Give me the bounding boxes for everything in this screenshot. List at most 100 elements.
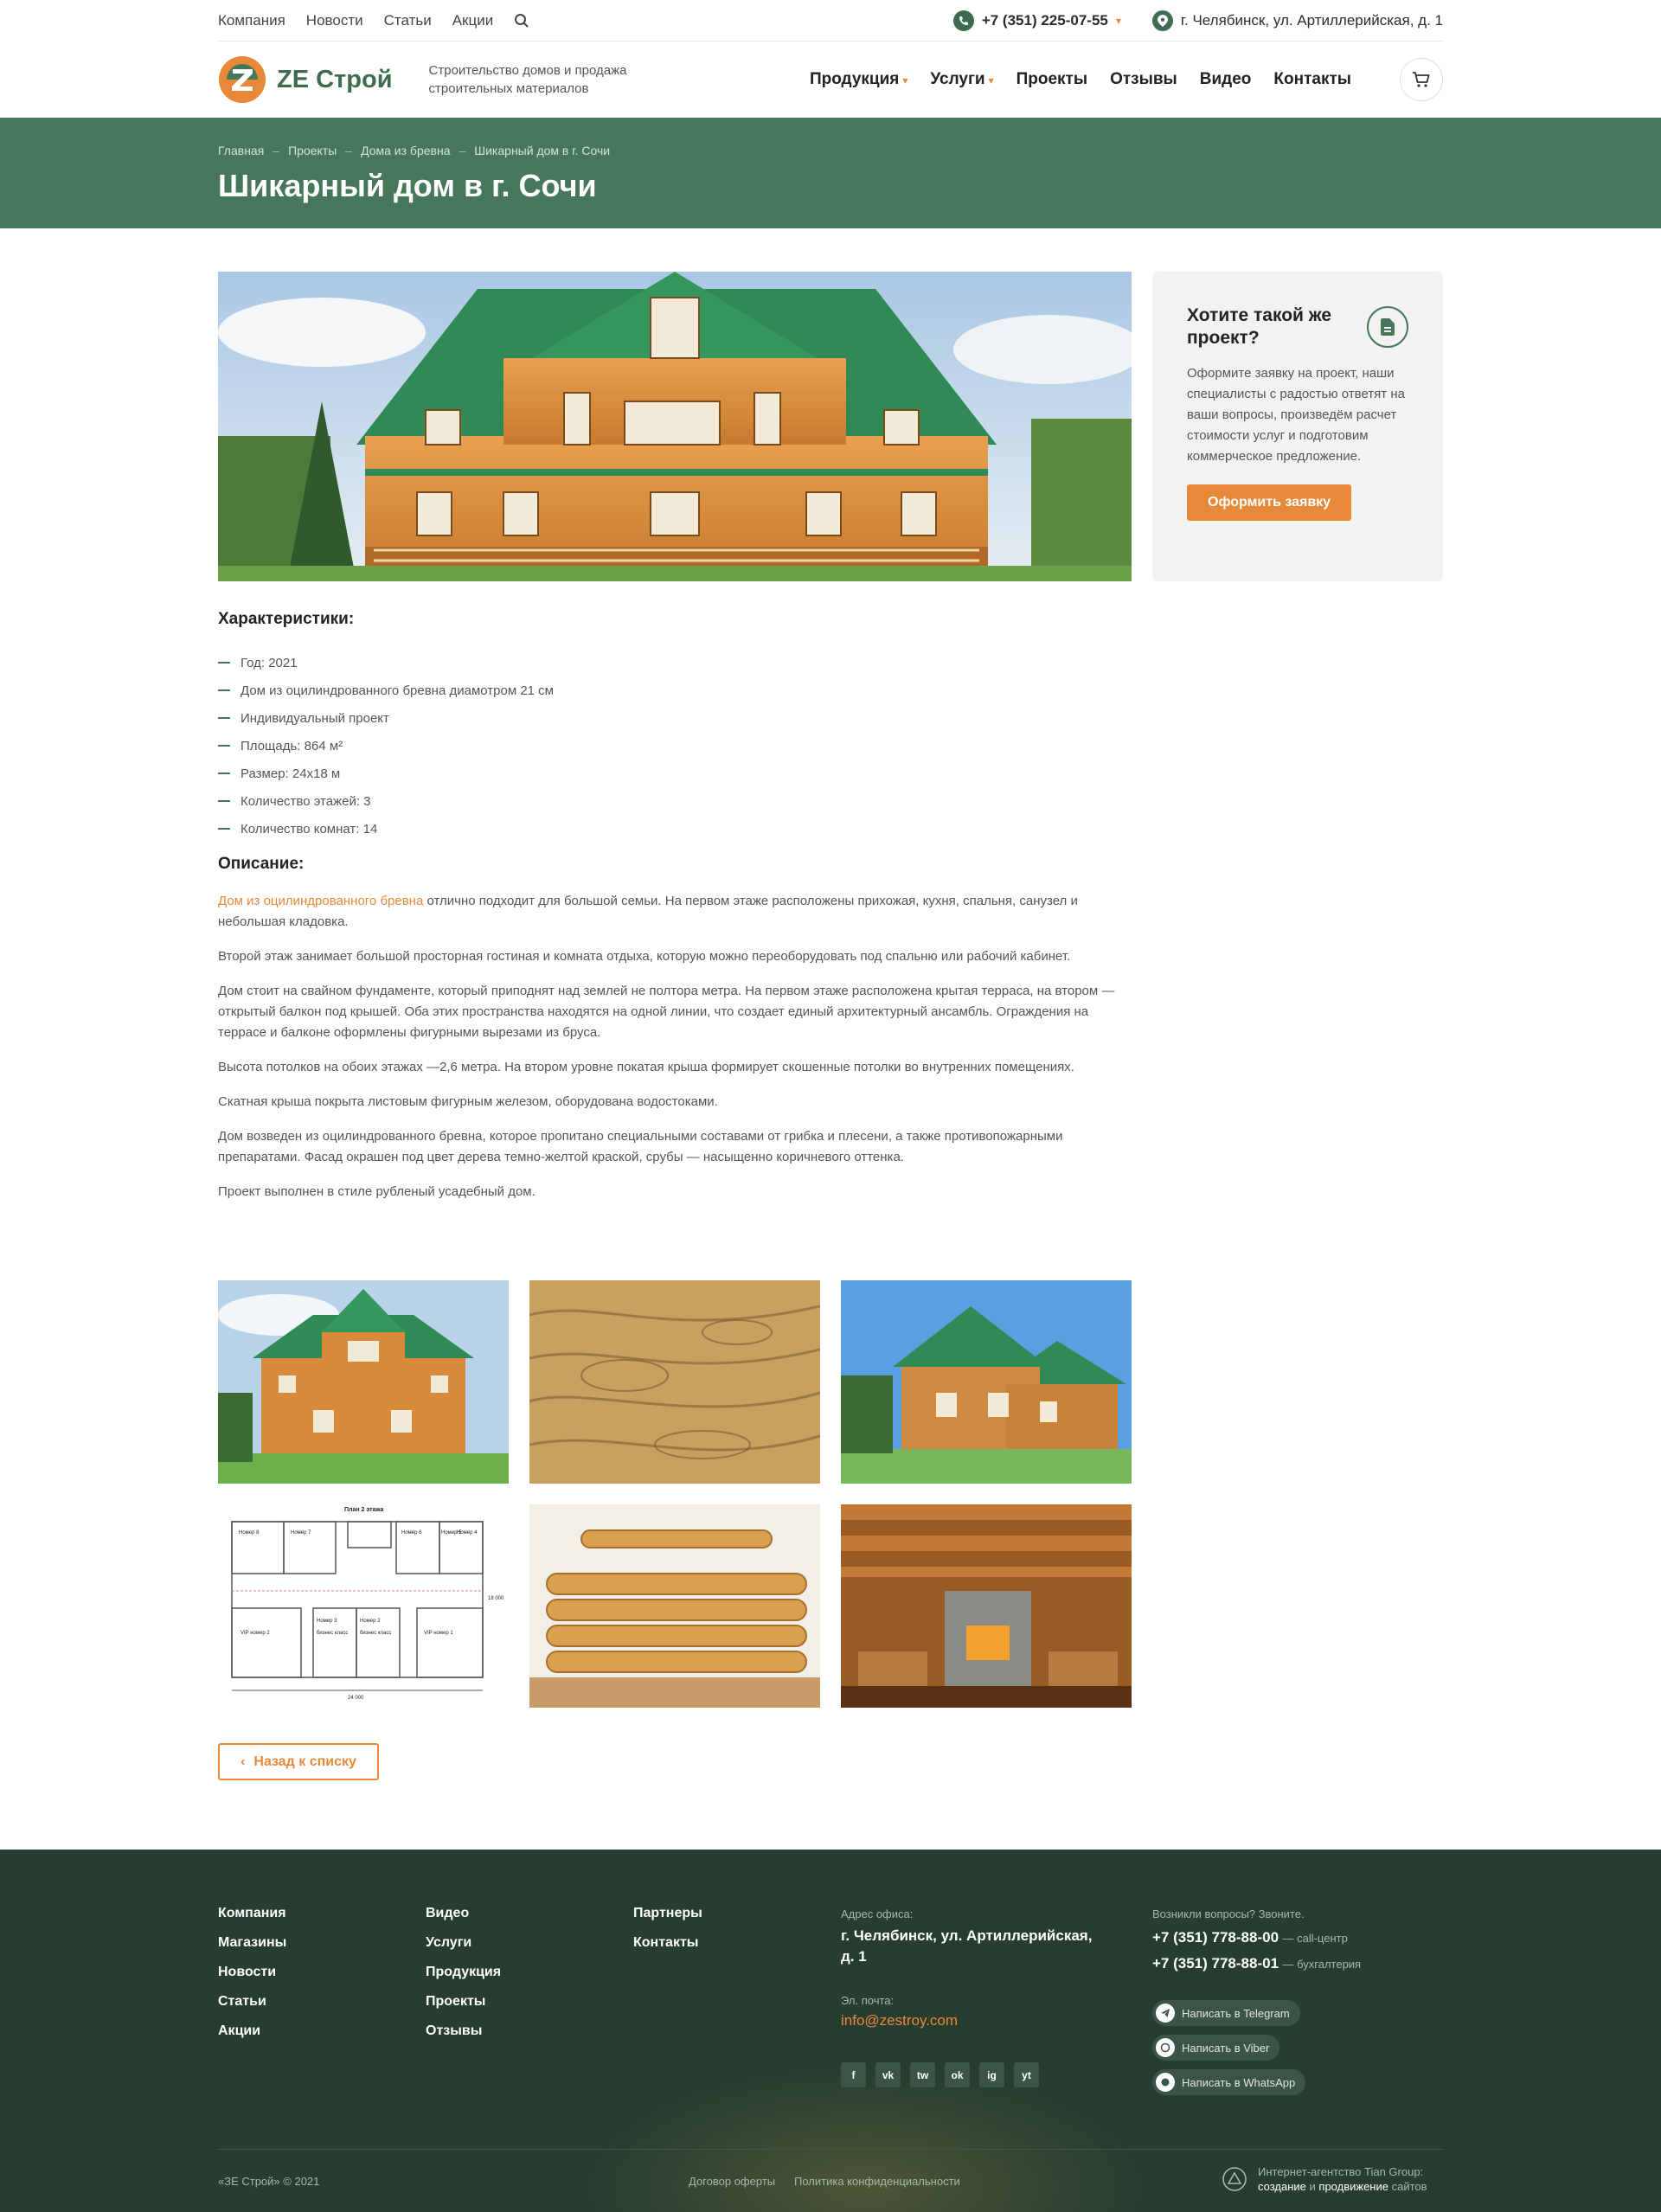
chevron-down-icon: ▾ xyxy=(902,74,908,87)
top-bar: Компания Новости Статьи Акции +7 (351) 2… xyxy=(0,0,1661,42)
nav-services[interactable]: Услуги ▾ xyxy=(930,70,993,89)
list-item: Площадь: 864 м² xyxy=(218,732,554,760)
messenger-buttons: Написать в Telegram Написать в Viber Нап… xyxy=(1152,2000,1443,2095)
list-item: Количество комнат: 14 xyxy=(218,815,554,843)
footer-nav-col-3: Партнеры Контакты xyxy=(633,1906,702,1965)
breadcrumb-home[interactable]: Главная xyxy=(218,144,264,157)
footer-link-contacts[interactable]: Контакты xyxy=(633,1935,702,1965)
footer-divider xyxy=(218,2149,1443,2150)
footer-phone-row: +7 (351) 778-88-00 — call-центр xyxy=(1152,1927,1443,1948)
gallery-photo-exterior[interactable] xyxy=(218,1280,509,1484)
agency-and: и xyxy=(1305,2180,1319,2193)
agency-line-2: создание и продвижение сайтов xyxy=(1258,2179,1427,2194)
chevron-left-icon: ‹ xyxy=(240,1754,246,1769)
nav-reviews[interactable]: Отзывы xyxy=(1110,70,1177,89)
floor-plan-room: бизнес класс xyxy=(360,1631,391,1636)
request-card-text: Оформите заявку на проект, наши специали… xyxy=(1187,366,1405,464)
nav-contacts[interactable]: Контакты xyxy=(1273,70,1351,89)
nav-video[interactable]: Видео xyxy=(1200,70,1252,89)
description-heading: Описание: xyxy=(218,855,305,873)
twitter-icon[interactable]: tw xyxy=(910,2062,935,2087)
document-icon xyxy=(1367,306,1408,348)
vk-icon[interactable]: vk xyxy=(875,2062,901,2087)
whatsapp-icon xyxy=(1156,2073,1175,2092)
house-exterior-photo xyxy=(218,1280,509,1484)
footer-link-news[interactable]: Новости xyxy=(218,1965,286,1994)
agency-create: создание xyxy=(1258,2180,1306,2193)
gallery-photo-wood-texture[interactable] xyxy=(529,1280,820,1484)
phone-dropdown[interactable]: +7 (351) 225-07-55 ▾ xyxy=(952,10,1121,31)
logo-text: ZE Строй xyxy=(277,65,393,93)
floor-plan-room: бизнес класс xyxy=(317,1631,348,1636)
log-house-photo xyxy=(218,272,1132,581)
whatsapp-button[interactable]: Написать в WhatsApp xyxy=(1152,2069,1306,2095)
footer-offer-link[interactable]: Договор оферты xyxy=(689,2175,775,2188)
footer-nav-col-2: Видео Услуги Продукция Проекты Отзывы xyxy=(426,1906,501,2053)
top-address-text: г. Челябинск, ул. Артиллерийская, д. 1 xyxy=(1180,11,1443,29)
footer-link-articles[interactable]: Статьи xyxy=(218,1994,286,2023)
gallery-photo-floor-plan[interactable]: План 2 этажа Номер 8 Номер 7 Номер 6 Ном… xyxy=(218,1504,509,1708)
footer-phone-callcenter[interactable]: +7 (351) 778-88-00 xyxy=(1152,1929,1279,1946)
odnoklassniki-icon[interactable]: ok xyxy=(945,2062,970,2087)
viber-icon xyxy=(1156,2038,1175,2057)
footer-nav-col-1: Компания Магазины Новости Статьи Акции xyxy=(218,1906,286,2053)
footer-link-partners[interactable]: Партнеры xyxy=(633,1906,702,1935)
breadcrumb-projects[interactable]: Проекты xyxy=(288,144,337,157)
characteristic-size: Размер: 24x18 м xyxy=(240,766,341,781)
footer-privacy-link[interactable]: Политика конфиденциальности xyxy=(794,2175,960,2188)
footer-link-company[interactable]: Компания xyxy=(218,1906,286,1935)
facebook-icon[interactable]: f xyxy=(841,2062,866,2087)
footer-address-label: Адрес офиса: xyxy=(841,1907,914,1920)
back-to-list-label: Назад к списку xyxy=(253,1754,356,1769)
search-icon[interactable] xyxy=(514,13,529,29)
chevron-down-icon: ▾ xyxy=(988,74,994,87)
footer-phone-accounting[interactable]: +7 (351) 778-88-01 xyxy=(1152,1955,1279,1972)
footer-link-products[interactable]: Продукция xyxy=(426,1965,501,1994)
nav-products[interactable]: Продукция ▾ xyxy=(810,70,907,89)
footer-address-block: Адрес офиса: г. Челябинск, ул. Артиллери… xyxy=(841,1907,1100,1967)
breadcrumb-log-houses[interactable]: Дома из бревна xyxy=(361,144,450,157)
top-nav-news[interactable]: Новости xyxy=(306,12,363,29)
agency-credit[interactable]: Интернет-агентство Tian Group: создание … xyxy=(1222,2164,1427,2194)
footer-link-promo[interactable]: Акции xyxy=(218,2023,286,2053)
top-nav-articles[interactable]: Статьи xyxy=(384,12,432,29)
main-header: ZE Строй Строительство домов и продажа с… xyxy=(218,42,1443,118)
logo[interactable]: ZE Строй xyxy=(218,55,393,104)
top-phone[interactable]: +7 (351) 225-07-55 xyxy=(982,12,1108,29)
top-contacts: +7 (351) 225-07-55 ▾ г. Челябинск, ул. А… xyxy=(952,10,1443,31)
characteristics-heading: Характеристики: xyxy=(218,610,355,628)
project-main-image[interactable] xyxy=(218,272,1132,581)
dash-icon xyxy=(218,745,230,747)
cart-button[interactable] xyxy=(1400,58,1443,101)
gallery-photo-house-side[interactable] xyxy=(841,1280,1132,1484)
agency-line-1: Интернет-агентство Tian Group: xyxy=(1258,2165,1424,2178)
list-item: Размер: 24x18 м xyxy=(218,760,554,787)
youtube-icon[interactable]: yt xyxy=(1014,2062,1039,2087)
cart-icon xyxy=(1413,72,1430,87)
footer-phones-block: Возникли вопросы? Звоните. +7 (351) 778-… xyxy=(1152,1907,1443,2104)
gallery-photo-log-frame[interactable] xyxy=(529,1504,820,1708)
back-to-list-button[interactable]: ‹ Назад к списку xyxy=(218,1743,379,1780)
nav-products-label: Продукция xyxy=(809,70,900,88)
top-nav-promo[interactable]: Акции xyxy=(452,12,494,29)
footer-link-services[interactable]: Услуги xyxy=(426,1935,501,1965)
viber-button[interactable]: Написать в Viber xyxy=(1152,2035,1280,2061)
top-nav-company[interactable]: Компания xyxy=(218,12,285,29)
telegram-button[interactable]: Написать в Telegram xyxy=(1152,2000,1300,2026)
footer-link-projects[interactable]: Проекты xyxy=(426,1994,501,2023)
submit-request-button[interactable]: Оформить заявку xyxy=(1187,484,1352,521)
footer-link-shops[interactable]: Магазины xyxy=(218,1935,286,1965)
breadcrumb-separator: – xyxy=(345,144,353,157)
footer-email-label: Эл. почта: xyxy=(841,1994,895,2007)
footer-link-reviews[interactable]: Отзывы xyxy=(426,2023,501,2053)
nav-projects[interactable]: Проекты xyxy=(1016,70,1087,89)
instagram-icon[interactable]: ig xyxy=(979,2062,1004,2087)
footer-link-video[interactable]: Видео xyxy=(426,1906,501,1935)
gallery-photo-interior[interactable] xyxy=(841,1504,1132,1708)
agency-sites: сайтов xyxy=(1388,2180,1427,2193)
nav-services-label: Услуги xyxy=(930,70,985,88)
log-house-link[interactable]: Дом из оцилиндрованного бревна xyxy=(218,894,423,908)
footer-email-link[interactable]: info@zestroy.com xyxy=(841,2012,958,2029)
footer-phone-note: — call-центр xyxy=(1282,1932,1348,1945)
wood-texture-photo xyxy=(529,1280,820,1484)
